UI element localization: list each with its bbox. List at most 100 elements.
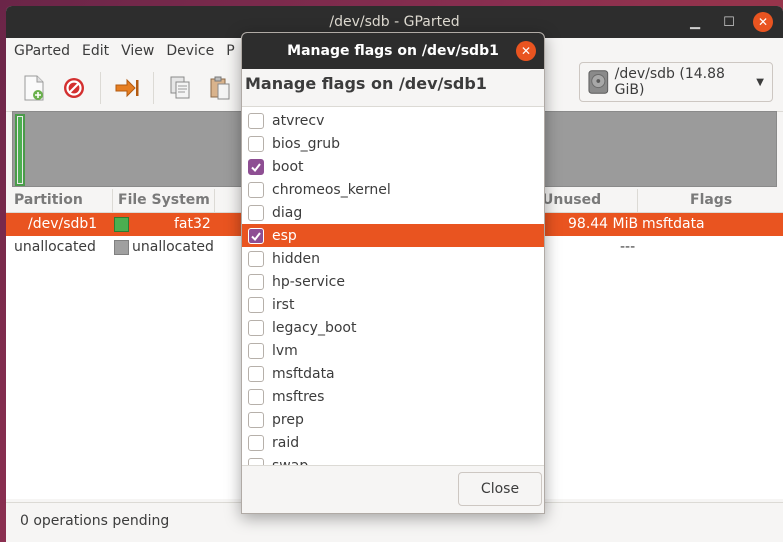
flag-checkbox[interactable] bbox=[248, 273, 264, 290]
device-selector[interactable]: /dev/sdb (14.88 GiB) ▼ bbox=[579, 62, 773, 102]
new-partition-button[interactable] bbox=[14, 68, 54, 108]
cell-filesystem: unallocated bbox=[132, 239, 214, 255]
flag-checkbox[interactable] bbox=[248, 158, 264, 175]
flag-label: hp-service bbox=[272, 273, 345, 290]
paste-icon bbox=[210, 76, 230, 99]
flag-label: esp bbox=[272, 227, 297, 244]
flag-label: msftres bbox=[272, 388, 325, 405]
flag-list: atvrecv bios_grubboot chromeos_kerneldiag e… bbox=[242, 107, 544, 477]
dialog-footer: Close bbox=[242, 465, 544, 513]
flag-row-chromeos_kernel[interactable]: chromeos_kernel bbox=[242, 178, 544, 201]
flag-label: chromeos_kernel bbox=[272, 181, 391, 198]
menu-edit[interactable]: Edit bbox=[76, 43, 115, 59]
flag-checkbox[interactable] bbox=[248, 204, 264, 221]
flag-checkbox[interactable] bbox=[248, 342, 264, 359]
flag-checkbox[interactable] bbox=[248, 135, 264, 152]
menu-partition[interactable]: P bbox=[220, 43, 240, 59]
copy-button[interactable] bbox=[160, 68, 200, 108]
close-icon[interactable]: ✕ bbox=[516, 41, 536, 61]
flag-row-diag[interactable]: diag bbox=[242, 201, 544, 224]
col-header-partition[interactable]: Partition bbox=[14, 192, 83, 208]
flag-row-atvrecv[interactable]: atvrecv bbox=[242, 109, 544, 132]
flag-checkbox[interactable] bbox=[248, 181, 264, 198]
flag-row-msftres[interactable]: msftres bbox=[242, 385, 544, 408]
flag-checkbox[interactable] bbox=[248, 112, 264, 129]
cell-flags: msftdata bbox=[642, 216, 705, 232]
new-icon bbox=[24, 75, 44, 100]
flag-label: msftdata bbox=[272, 365, 335, 382]
col-header-filesystem[interactable]: File System bbox=[118, 192, 210, 208]
copy-icon bbox=[170, 76, 190, 98]
delete-partition-button[interactable] bbox=[54, 68, 94, 108]
resize-move-button[interactable] bbox=[107, 68, 147, 108]
col-header-flags[interactable]: Flags bbox=[690, 192, 732, 208]
cell-filesystem: fat32 bbox=[174, 216, 211, 232]
flag-row-msftdata[interactable]: msftdata bbox=[242, 362, 544, 385]
dialog-heading: Manage flags on /dev/sdb1 bbox=[242, 69, 544, 107]
status-text: 0 operations pending bbox=[20, 512, 170, 529]
maximize-icon[interactable]: ☐ bbox=[719, 12, 739, 32]
flag-row-prep[interactable]: prep bbox=[242, 408, 544, 431]
chevron-down-icon: ▼ bbox=[756, 76, 764, 88]
minimize-icon[interactable]: ▁ bbox=[685, 12, 705, 32]
close-button[interactable]: Close bbox=[458, 472, 542, 506]
flag-row-bios_grub[interactable]: bios_grub bbox=[242, 132, 544, 155]
flag-label: diag bbox=[272, 204, 303, 221]
menu-device[interactable]: Device bbox=[160, 43, 220, 59]
flag-checkbox[interactable] bbox=[248, 434, 264, 451]
toolbar-separator bbox=[153, 71, 154, 104]
window-controls: ▁ ☐ ✕ bbox=[685, 6, 773, 38]
disk-icon bbox=[588, 70, 609, 94]
toolbar-separator bbox=[100, 71, 101, 104]
checkmark-icon bbox=[251, 231, 261, 241]
fs-color-swatch bbox=[114, 217, 129, 232]
menu-gparted[interactable]: GParted bbox=[8, 43, 76, 59]
flag-checkbox[interactable] bbox=[248, 227, 264, 244]
cell-partition: unallocated bbox=[14, 239, 96, 255]
flag-checkbox[interactable] bbox=[248, 250, 264, 267]
device-selector-label: /dev/sdb (14.88 GiB) bbox=[614, 66, 725, 98]
flag-checkbox[interactable] bbox=[248, 296, 264, 313]
flag-row-esp[interactable]: esp bbox=[242, 224, 544, 247]
delete-icon bbox=[64, 77, 84, 98]
flag-row-hidden[interactable]: hidden bbox=[242, 247, 544, 270]
flag-label: legacy_boot bbox=[272, 319, 357, 336]
flag-checkbox[interactable] bbox=[248, 411, 264, 428]
checkmark-icon bbox=[251, 162, 261, 172]
paste-button[interactable] bbox=[200, 68, 240, 108]
flag-checkbox[interactable] bbox=[248, 388, 264, 405]
flag-label: irst bbox=[272, 296, 295, 313]
flag-row-hp-service[interactable]: hp-service bbox=[242, 270, 544, 293]
cell-unused: 98.44 MiB bbox=[568, 216, 639, 232]
window-title: /dev/sdb - GParted bbox=[329, 14, 460, 30]
flag-row-irst[interactable]: irst bbox=[242, 293, 544, 316]
flag-checkbox[interactable] bbox=[248, 365, 264, 382]
graph-partition-sdb1[interactable] bbox=[15, 114, 25, 186]
manage-flags-dialog: Manage flags on /dev/sdb1 ✕ Manage flags… bbox=[241, 32, 545, 514]
dialog-title: Manage flags on /dev/sdb1 bbox=[287, 43, 499, 59]
close-icon[interactable]: ✕ bbox=[753, 12, 773, 32]
flag-checkbox[interactable] bbox=[248, 319, 264, 336]
graph-partition-fill bbox=[18, 117, 22, 183]
cell-partition: /dev/sdb1 bbox=[28, 216, 98, 232]
flag-row-lvm[interactable]: lvm bbox=[242, 339, 544, 362]
flag-label: boot bbox=[272, 158, 304, 175]
col-header-unused[interactable]: Unused bbox=[542, 192, 601, 208]
dialog-titlebar: Manage flags on /dev/sdb1 ✕ bbox=[242, 33, 544, 69]
flag-row-raid[interactable]: raid bbox=[242, 431, 544, 454]
flag-label: prep bbox=[272, 411, 304, 428]
flag-label: atvrecv bbox=[272, 112, 325, 129]
flag-label: raid bbox=[272, 434, 300, 451]
apply-icon bbox=[115, 78, 139, 97]
flag-label: bios_grub bbox=[272, 135, 341, 152]
flag-row-boot[interactable]: boot bbox=[242, 155, 544, 178]
menu-view[interactable]: View bbox=[115, 43, 160, 59]
column-divider bbox=[214, 189, 215, 213]
column-divider bbox=[112, 189, 113, 213]
cell-unused: --- bbox=[620, 239, 636, 255]
flag-label: lvm bbox=[272, 342, 298, 359]
flag-row-legacy_boot[interactable]: legacy_boot bbox=[242, 316, 544, 339]
column-divider bbox=[637, 189, 638, 213]
fs-color-swatch bbox=[114, 240, 129, 255]
flag-label: hidden bbox=[272, 250, 321, 267]
